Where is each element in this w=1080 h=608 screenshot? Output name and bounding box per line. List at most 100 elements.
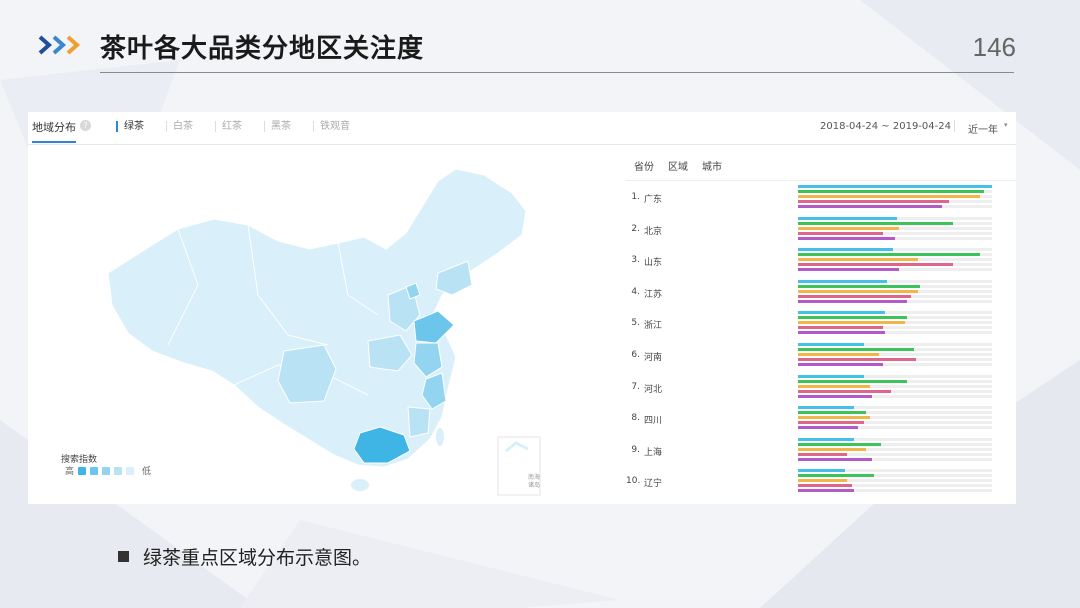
subtab-red-tea[interactable]: 红茶 [215, 121, 242, 132]
bar-fill [798, 411, 866, 415]
tab-region[interactable]: 区域 [668, 158, 688, 173]
bar-fill [798, 190, 985, 193]
rank-bars [798, 374, 992, 403]
rank-number: 3. [631, 255, 640, 266]
ranking-divider [626, 180, 1016, 181]
rank-bars [798, 185, 992, 213]
slide-header: 茶叶各大品类分地区关注度 146 [0, 0, 1080, 80]
bar-fill [798, 231, 884, 235]
triple-chevron-icon [38, 35, 81, 55]
list-item[interactable]: 2. 北京 [626, 214, 1016, 244]
rank-number: 4. [631, 286, 640, 297]
rank-bars [798, 311, 992, 339]
caret-down-icon[interactable]: ▾ [1004, 121, 1008, 129]
bar-fill [798, 421, 864, 425]
question-icon[interactable]: ? [80, 120, 91, 131]
list-item[interactable]: 10. 辽宁 [626, 466, 1016, 496]
bar-fill [798, 216, 897, 220]
province-name: 河北 [644, 384, 663, 395]
list-item[interactable]: 4. 江苏 [626, 277, 1016, 307]
bar-fill [798, 384, 870, 388]
rank-number: 9. [631, 444, 640, 455]
bar-fill [798, 258, 919, 262]
province-name: 北京 [644, 226, 663, 237]
province-name: 浙江 [644, 321, 663, 332]
bar-fill [798, 389, 892, 393]
rank-bars [798, 279, 992, 308]
rank-bars [798, 343, 992, 371]
rank-number: 6. [631, 350, 640, 360]
bar-fill [798, 474, 874, 478]
period-select[interactable]: 近一年 [968, 121, 998, 136]
bar-fill [798, 279, 888, 283]
rank-number: 1. [631, 192, 640, 202]
list-item[interactable]: 8. 四川 [626, 403, 1016, 433]
list-item[interactable]: 3. 山东 [626, 245, 1016, 275]
tab-province[interactable]: 省份 [634, 158, 654, 173]
map-legend: 高 低 [61, 464, 155, 477]
rank-number: 2. [631, 223, 640, 234]
legend-swatch [126, 466, 135, 475]
legend-swatch [102, 466, 111, 475]
rank-bars [798, 216, 992, 245]
province-name: 辽宁 [644, 479, 663, 490]
bar-fill [798, 457, 872, 461]
province-name: 山东 [644, 258, 663, 269]
bar-fill [798, 311, 886, 315]
subtab-white-tea[interactable]: 白茶 [166, 121, 193, 132]
bar-fill [798, 205, 942, 208]
page-number: 146 [972, 32, 1016, 62]
bar-fill [798, 353, 880, 356]
bar-fill [798, 321, 905, 325]
bar-fill [798, 469, 845, 473]
china-map[interactable] [28, 145, 618, 503]
bar-fill [798, 248, 894, 252]
subtab-dark-tea[interactable]: 黑茶 [264, 121, 291, 132]
region-fujian [407, 406, 431, 438]
ranking-tabs: 省份 区域 城市 [634, 158, 736, 173]
bar-fill [798, 363, 884, 366]
rank-number: 8. [631, 413, 640, 424]
subtab-green-tea[interactable]: 绿茶 [116, 121, 144, 132]
toolbar-divider [954, 120, 955, 132]
title-divider [100, 72, 1014, 73]
square-bullet-icon [118, 551, 129, 562]
bar-fill [798, 268, 899, 272]
list-item[interactable]: 9. 上海 [626, 435, 1016, 465]
bar-fill [798, 331, 886, 335]
bar-fill [798, 236, 895, 240]
tab-city[interactable]: 城市 [702, 158, 722, 173]
rank-number: 7. [631, 381, 640, 392]
list-item[interactable]: 6. 河南 [626, 340, 1016, 370]
bar-fill [798, 299, 907, 303]
bar-fill [798, 484, 853, 488]
province-name: 河南 [644, 353, 663, 363]
bar-fill [798, 343, 864, 346]
bar-fill [798, 221, 954, 225]
tab-region-distribution[interactable]: 地域分布 [32, 119, 76, 135]
bar-fill [798, 200, 950, 203]
bar-fill [798, 442, 882, 446]
province-name: 上海 [644, 447, 663, 458]
bar-fill [798, 284, 921, 288]
region-hainan [351, 479, 369, 491]
bar-fill [798, 226, 899, 230]
list-item[interactable]: 7. 河北 [626, 372, 1016, 402]
legend-low-label: 低 [142, 467, 152, 477]
rank-number: 5. [631, 318, 640, 329]
list-item[interactable]: 1. 广东 [626, 182, 1016, 212]
date-range[interactable]: 2018-04-24 ~ 2019-04-24 [820, 121, 951, 132]
legend-swatch [114, 466, 123, 475]
bar-fill [798, 289, 919, 293]
subtab-tieguanyin[interactable]: 铁观音 [313, 121, 350, 132]
screenshot-panel: 地域分布 ? 绿茶 白茶 红茶 黑茶 铁观音 2018-04-24 ~ 2019… [28, 112, 1016, 504]
rank-number: 10. [626, 476, 641, 487]
category-subtabs: 绿茶 白茶 红茶 黑茶 铁观音 [116, 121, 372, 132]
bar-fill [798, 253, 981, 257]
bar-fill [798, 447, 866, 451]
panel-toolbar: 地域分布 ? 绿茶 白茶 红茶 黑茶 铁观音 2018-04-24 ~ 2019… [28, 112, 1016, 145]
province-name: 四川 [644, 416, 663, 427]
bar-fill [798, 358, 917, 361]
list-item[interactable]: 5. 浙江 [626, 308, 1016, 338]
rank-bars [798, 437, 992, 466]
